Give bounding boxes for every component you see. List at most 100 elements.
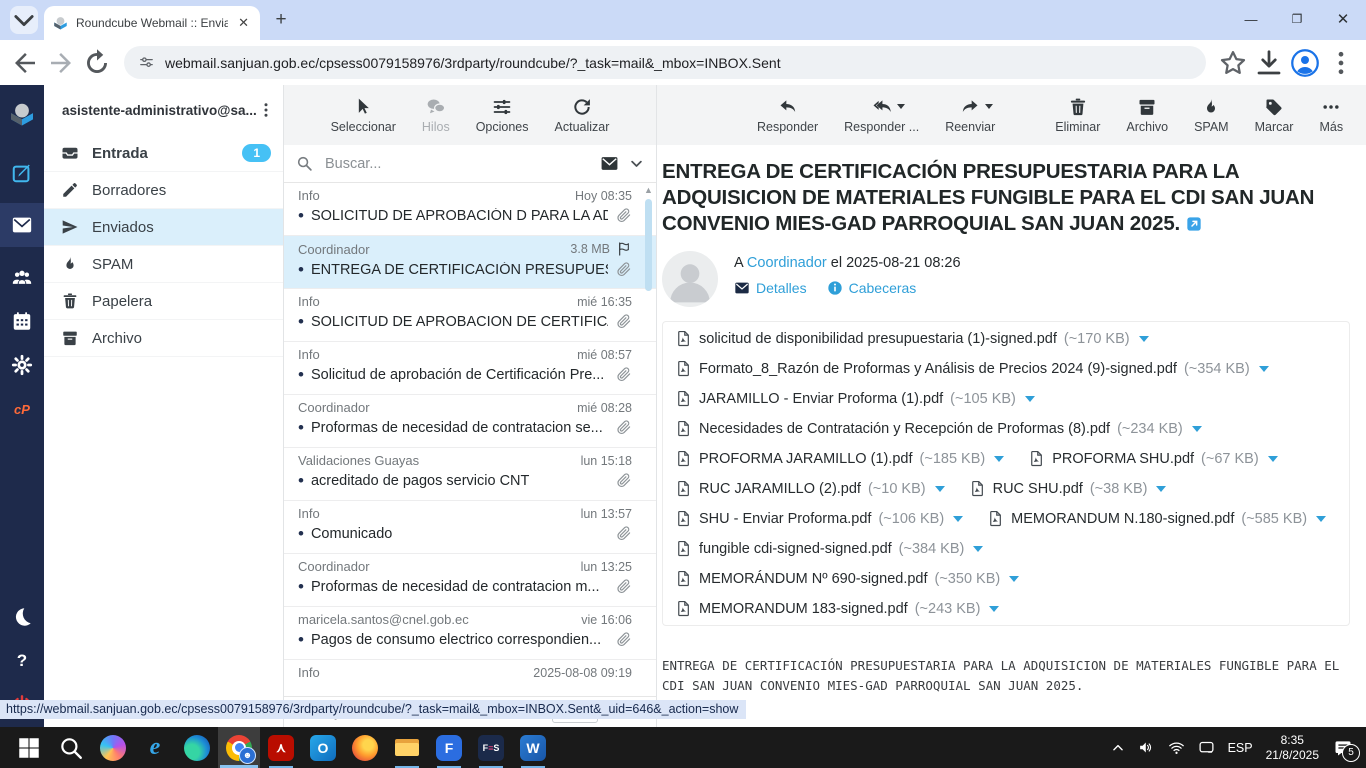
- bookmark-star-icon[interactable]: [1218, 48, 1248, 78]
- attachment-menu-caret-icon[interactable]: [1316, 515, 1327, 522]
- compose-icon[interactable]: [0, 151, 44, 195]
- taskbar-copilot-icon[interactable]: [92, 727, 134, 768]
- sidebar-folder-spam[interactable]: SPAM: [44, 246, 283, 283]
- attachment-menu-caret-icon[interactable]: [994, 455, 1005, 462]
- browser-menu-icon[interactable]: [1326, 48, 1356, 78]
- message-row[interactable]: Validaciones Guayas lun 15:18 • acreditado …: [284, 448, 656, 501]
- taskbar-chrome-icon[interactable]: ☻: [218, 727, 260, 768]
- dropdown-caret-icon[interactable]: [896, 103, 905, 109]
- message-row[interactable]: Info lun 13:57 • Comunicado: [284, 501, 656, 554]
- sidebar-folder-borradores[interactable]: Borradores: [44, 172, 283, 209]
- minimize-button[interactable]: —: [1228, 0, 1274, 38]
- attachment-menu-caret-icon[interactable]: [1258, 365, 1269, 372]
- attachment-menu-caret-icon[interactable]: [934, 485, 945, 492]
- attachment-menu-caret-icon[interactable]: [1267, 455, 1278, 462]
- toolbar-button-eliminar[interactable]: Eliminar: [1055, 97, 1100, 134]
- attachment-menu-caret-icon[interactable]: [989, 605, 1000, 612]
- reload-button[interactable]: [82, 48, 112, 78]
- toolbar-button-responder[interactable]: Responder ...: [844, 97, 919, 134]
- downloads-icon[interactable]: [1254, 48, 1284, 78]
- taskbar-clock[interactable]: 8:35 21/8/2025: [1266, 733, 1319, 763]
- open-in-new-window-icon[interactable]: [1186, 216, 1202, 232]
- mail-icon[interactable]: [0, 203, 44, 247]
- scroll-thumb[interactable]: [645, 199, 652, 291]
- taskbar-file-explorer-icon[interactable]: [386, 727, 428, 768]
- back-button[interactable]: [10, 48, 40, 78]
- attachment-item[interactable]: JARAMILLO - Enviar Proforma (1).pdf (~105…: [675, 390, 1035, 407]
- toolbar-button-spam[interactable]: SPAM: [1194, 97, 1229, 134]
- profile-avatar[interactable]: [1290, 48, 1320, 78]
- message-row[interactable]: Coordinador 3.8 MB • ENTREGA DE CERTIFICACI…: [284, 236, 656, 289]
- language-indicator[interactable]: ESP: [1228, 741, 1253, 755]
- recipient-link[interactable]: Coordinador: [747, 255, 827, 271]
- sidebar-folder-archivo[interactable]: Archivo: [44, 320, 283, 357]
- site-settings-icon[interactable]: [138, 54, 155, 71]
- wifi-icon[interactable]: [1168, 739, 1185, 756]
- message-row[interactable]: Coordinador lun 13:25 • Proformas de necesi…: [284, 554, 656, 607]
- details-link[interactable]: Detalles: [756, 280, 807, 296]
- attachment-item[interactable]: MEMORANDUM N.180-signed.pdf (~585 KB): [987, 510, 1327, 527]
- sidebar-folder-entrada[interactable]: Entrada 1: [44, 135, 283, 172]
- calendar-icon[interactable]: [0, 299, 44, 343]
- close-button[interactable]: ✕: [1320, 0, 1366, 38]
- cpanel-icon[interactable]: cP: [0, 387, 44, 431]
- list-scrollbar[interactable]: ▲ ▼: [642, 183, 655, 713]
- headers-link[interactable]: Cabeceras: [849, 280, 917, 296]
- toolbar-button-marcar[interactable]: Marcar: [1255, 97, 1293, 134]
- attachment-item[interactable]: PROFORMA SHU.pdf (~67 KB): [1028, 450, 1278, 467]
- notification-center-icon[interactable]: 5: [1332, 738, 1360, 762]
- volume-icon[interactable]: [1138, 739, 1155, 756]
- attachment-menu-caret-icon[interactable]: [1191, 425, 1202, 432]
- forward-button[interactable]: [46, 48, 76, 78]
- dark-mode-icon[interactable]: [0, 595, 44, 639]
- settings-gear-icon[interactable]: [0, 343, 44, 387]
- attachment-item[interactable]: solicitud de disponibilidad presupuestar…: [675, 330, 1149, 347]
- taskbar-acrobat-icon[interactable]: ⋏: [260, 727, 302, 768]
- screen-cast-icon[interactable]: [1198, 739, 1215, 756]
- browser-tab[interactable]: Roundcube Webmail :: Enviados ✕: [44, 6, 260, 40]
- taskbar-edge-icon[interactable]: [176, 727, 218, 768]
- toolbar-button-seleccionar[interactable]: Seleccionar: [331, 97, 396, 134]
- tray-chevron-up-icon[interactable]: [1111, 741, 1125, 755]
- contacts-icon[interactable]: [0, 255, 44, 299]
- search-scope-envelope-icon[interactable]: [600, 154, 619, 173]
- attachment-menu-caret-icon[interactable]: [973, 545, 984, 552]
- url-bar[interactable]: webmail.sanjuan.gob.ec/cpsess0079158976/…: [124, 46, 1206, 79]
- taskbar-firefox-icon[interactable]: [344, 727, 386, 768]
- roundcube-logo[interactable]: [0, 93, 44, 137]
- search-input[interactable]: [323, 154, 590, 173]
- attachment-menu-caret-icon[interactable]: [1156, 485, 1167, 492]
- attachment-menu-caret-icon[interactable]: [1009, 575, 1020, 582]
- taskbar-internet-explorer-icon[interactable]: e: [134, 727, 176, 768]
- attachment-item[interactable]: SHU - Enviar Proforma.pdf (~106 KB): [675, 510, 964, 527]
- message-row[interactable]: maricela.santos@cnel.gob.ec vie 16:06 • Pag…: [284, 607, 656, 660]
- attachment-item[interactable]: Necesidades de Contratación y Recepción …: [675, 420, 1202, 437]
- tab-close-icon[interactable]: ✕: [235, 15, 252, 31]
- message-row[interactable]: Info mié 08:57 • Solicitud de aprobación de…: [284, 342, 656, 395]
- toolbar-button-opciones[interactable]: Opciones: [476, 97, 529, 134]
- help-icon[interactable]: ?: [0, 639, 44, 683]
- toolbar-button-responder[interactable]: Responder: [757, 97, 818, 134]
- attachment-menu-caret-icon[interactable]: [1138, 335, 1149, 342]
- account-menu-icon[interactable]: [257, 101, 275, 119]
- search-options-chevron-icon[interactable]: [629, 156, 644, 171]
- attachment-item[interactable]: fungible cdi-signed-signed.pdf (~384 KB): [675, 540, 984, 557]
- scroll-up-icon[interactable]: ▲: [644, 185, 653, 195]
- attachment-item[interactable]: RUC JARAMILLO (2).pdf (~10 KB): [675, 480, 945, 497]
- attachment-menu-caret-icon[interactable]: [953, 515, 964, 522]
- attachment-menu-caret-icon[interactable]: [1024, 395, 1035, 402]
- taskbar-search-icon[interactable]: [50, 727, 92, 768]
- message-row[interactable]: Info 2025-08-08 09:19: [284, 660, 656, 696]
- flag-icon[interactable]: [616, 241, 632, 257]
- dropdown-caret-icon[interactable]: [985, 103, 994, 109]
- attachment-item[interactable]: MEMORANDUM 183-signed.pdf (~243 KB): [675, 600, 1000, 617]
- attachment-item[interactable]: MEMORÁNDUM Nº 690-signed.pdf (~350 KB): [675, 570, 1020, 587]
- taskbar-forticlient-icon[interactable]: F: [428, 727, 470, 768]
- restore-button[interactable]: ❐: [1274, 0, 1320, 38]
- taskbar-word-icon[interactable]: W: [512, 727, 554, 768]
- attachment-item[interactable]: Formato_8_Razón de Proformas y Análisis …: [675, 360, 1269, 377]
- toolbar-button-reenviar[interactable]: Reenviar: [945, 97, 995, 134]
- taskbar-fes-app-icon[interactable]: F ≡ S: [470, 727, 512, 768]
- attachment-item[interactable]: PROFORMA JARAMILLO (1).pdf (~185 KB): [675, 450, 1005, 467]
- toolbar-button-m-s[interactable]: Más: [1319, 97, 1343, 134]
